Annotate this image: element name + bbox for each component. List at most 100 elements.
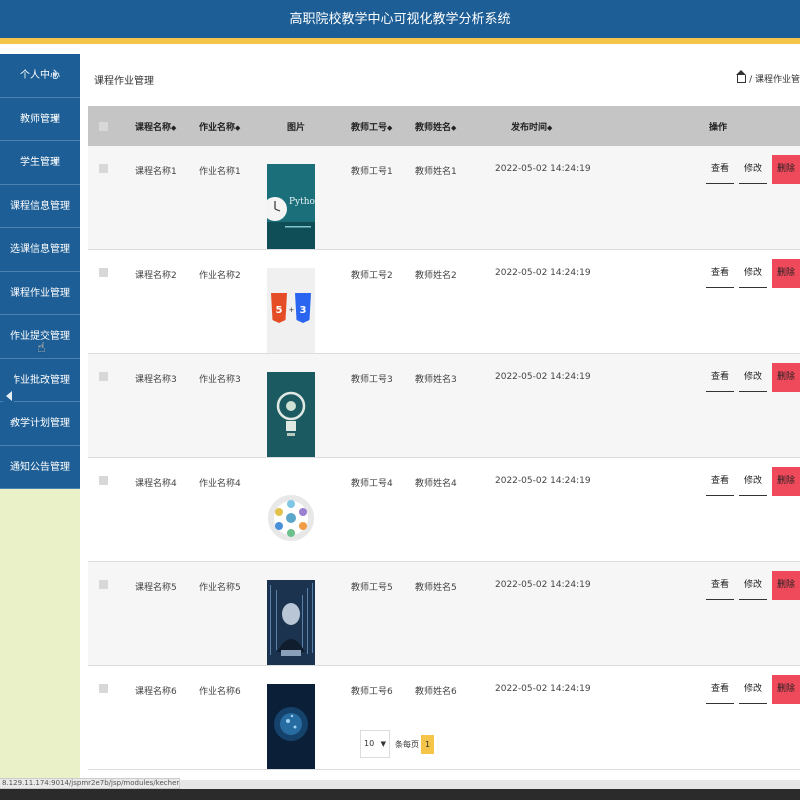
edit-button[interactable]: 修改	[739, 363, 767, 392]
sidebar-item-course-homework[interactable]: 课程作业管理	[0, 271, 80, 315]
sort-icon: ◆	[451, 123, 457, 132]
cell-homework-name: 作业名称2	[199, 249, 261, 354]
cell-teacher-id: 教师工号1	[351, 146, 415, 250]
column-header-label: 图片	[287, 122, 306, 133]
view-button[interactable]: 查看	[706, 155, 734, 184]
horizontal-scrollbar[interactable]	[180, 780, 800, 789]
edit-button[interactable]: 修改	[739, 675, 767, 704]
sidebar-item-students[interactable]: 学生管理 ▼	[0, 141, 80, 185]
cell-publish-time: 2022-05-02 14:24:19	[495, 146, 641, 250]
sidebar-item-notices[interactable]: 通知公告管理	[0, 445, 80, 489]
row-checkbox[interactable]	[99, 268, 108, 277]
row-checkbox[interactable]	[99, 476, 108, 485]
cell-homework-name: 作业名称6	[199, 665, 261, 770]
home-icon[interactable]	[736, 70, 747, 83]
cell-homework-name: 作业名称1	[199, 146, 261, 250]
chevron-down-icon: ▼	[52, 71, 58, 79]
view-button[interactable]: 查看	[706, 467, 734, 496]
html5-css3-icon: 5 + 3	[267, 268, 315, 353]
column-header-label: 作业名称	[199, 122, 236, 133]
table-row: 课程名称3 作业名称3 教师工号3 教师姓名3 2022-05-02 14:24…	[88, 353, 800, 458]
cell-course-name: 课程名称3	[135, 353, 199, 458]
page-size-select[interactable]: 10 ▼	[360, 730, 390, 758]
column-header-course-name[interactable]: 课程名称◆	[135, 106, 199, 146]
edit-button[interactable]: 修改	[739, 155, 767, 184]
pagination: 10 ▼ 条每页 1	[360, 730, 434, 758]
page-size-value: 10	[364, 739, 375, 748]
sidebar-item-label: 选课信息管理	[10, 244, 70, 255]
sort-icon: ◆	[171, 123, 177, 132]
column-header-label: 发布时间	[511, 122, 548, 133]
chevron-down-icon: ▼	[380, 740, 386, 748]
lightbulb-icon	[267, 372, 315, 457]
taskbar	[0, 789, 800, 800]
app-title: 高职院校教学中心可视化教学分析系统	[289, 12, 511, 27]
cell-teacher-name: 教师姓名3	[415, 353, 495, 458]
row-checkbox[interactable]	[99, 164, 108, 173]
table-row: 课程名称5 作业名称5 教师工号5 教师姓名5 2022-05-02 14:24…	[88, 561, 800, 666]
breadcrumb-text[interactable]: / 课程作业管	[749, 75, 800, 85]
column-header-teacher-name[interactable]: 教师姓名◆	[415, 106, 495, 146]
cell-publish-time: 2022-05-02 14:24:19	[495, 561, 641, 666]
sidebar-item-label: 作业批改管理	[10, 374, 70, 386]
hand-cursor-icon: ☝	[37, 340, 46, 356]
select-all-checkbox[interactable]	[99, 121, 108, 131]
edit-button[interactable]: 修改	[739, 467, 767, 496]
sort-icon: ◆	[235, 123, 241, 132]
view-button[interactable]: 查看	[706, 259, 734, 288]
cell-course-name: 课程名称6	[135, 665, 199, 770]
column-header-label: 操作	[709, 122, 728, 133]
sort-icon: ◆	[387, 123, 393, 132]
edit-button[interactable]: 修改	[739, 571, 767, 600]
column-header-actions: 操作	[641, 106, 800, 146]
header-accent-stripe	[0, 38, 800, 44]
delete-button[interactable]: 删除	[772, 571, 800, 600]
per-page-label: 条每页	[395, 739, 419, 749]
cell-publish-time: 2022-05-02 14:24:19	[495, 665, 641, 770]
column-header-label: 教师工号	[351, 122, 388, 133]
row-checkbox[interactable]	[99, 372, 108, 381]
breadcrumb: / 课程作业管	[736, 70, 800, 85]
table-row: 课程名称2 作业名称2 5 + 3 教师工号2 教师姓名2 2022-05-02…	[88, 249, 800, 354]
cell-teacher-id: 教师工号5	[351, 561, 415, 666]
svg-text:5: 5	[276, 305, 283, 316]
ai-head-icon	[267, 684, 315, 769]
table-row: 课程名称6 作业名称6 教师工号6 教师姓名6 2022-05-02 14:24…	[88, 665, 800, 770]
sidebar-item-label: 课程信息管理	[10, 200, 70, 212]
sidebar-item-label: 通知公告管理	[10, 461, 70, 473]
sidebar-item-course-info[interactable]: 课程信息管理	[0, 184, 80, 228]
view-button[interactable]: 查看	[706, 363, 734, 392]
row-checkbox[interactable]	[99, 684, 108, 693]
sidebar-item-label: 教学计划管理	[10, 418, 70, 429]
sidebar-item-label: 课程作业管理	[10, 287, 70, 299]
column-header-homework-name[interactable]: 作业名称◆	[199, 106, 261, 146]
sort-icon: ◆	[547, 123, 553, 132]
cell-homework-name: 作业名称4	[199, 457, 261, 562]
cell-teacher-name: 教师姓名1	[415, 146, 495, 250]
delete-button[interactable]: 删除	[772, 363, 800, 392]
column-header-label: 课程名称	[135, 122, 172, 133]
chevron-down-icon: ▼	[52, 158, 58, 166]
page-number-button[interactable]: 1	[421, 734, 434, 754]
view-button[interactable]: 查看	[706, 571, 734, 600]
delete-button[interactable]: 删除	[772, 155, 800, 184]
cell-publish-time: 2022-05-02 14:24:19	[495, 353, 641, 458]
edit-button[interactable]: 修改	[739, 259, 767, 288]
sidebar-item-personal-center[interactable]: 个人中心 ▼	[0, 54, 80, 98]
row-checkbox[interactable]	[99, 580, 108, 589]
cell-teacher-id: 教师工号2	[351, 249, 415, 354]
sidebar-collapse-handle[interactable]	[3, 372, 14, 420]
view-button[interactable]: 查看	[706, 675, 734, 704]
sidebar-item-teachers[interactable]: 教师管理 ▼	[0, 97, 80, 141]
delete-button[interactable]: 删除	[772, 675, 800, 704]
column-header-teacher-id[interactable]: 教师工号◆	[351, 106, 415, 146]
homework-table: 课程名称◆ 作业名称◆ 图片 教师工号◆ 教师姓名◆ 发布时间◆ 操作 课程名称…	[88, 106, 800, 770]
column-header-publish-time[interactable]: 发布时间◆	[495, 106, 641, 146]
hacker-code-icon	[267, 580, 315, 665]
table-row: 课程名称4 作业名称4 教师工号4 教师姓名4 2022-05-02 14:24…	[88, 457, 800, 562]
delete-button[interactable]: 删除	[772, 467, 800, 496]
delete-button[interactable]: 删除	[772, 259, 800, 288]
sidebar-item-course-selection[interactable]: 选课信息管理	[0, 228, 80, 272]
svg-text:+: +	[289, 306, 295, 314]
cell-publish-time: 2022-05-02 14:24:19	[495, 249, 641, 354]
